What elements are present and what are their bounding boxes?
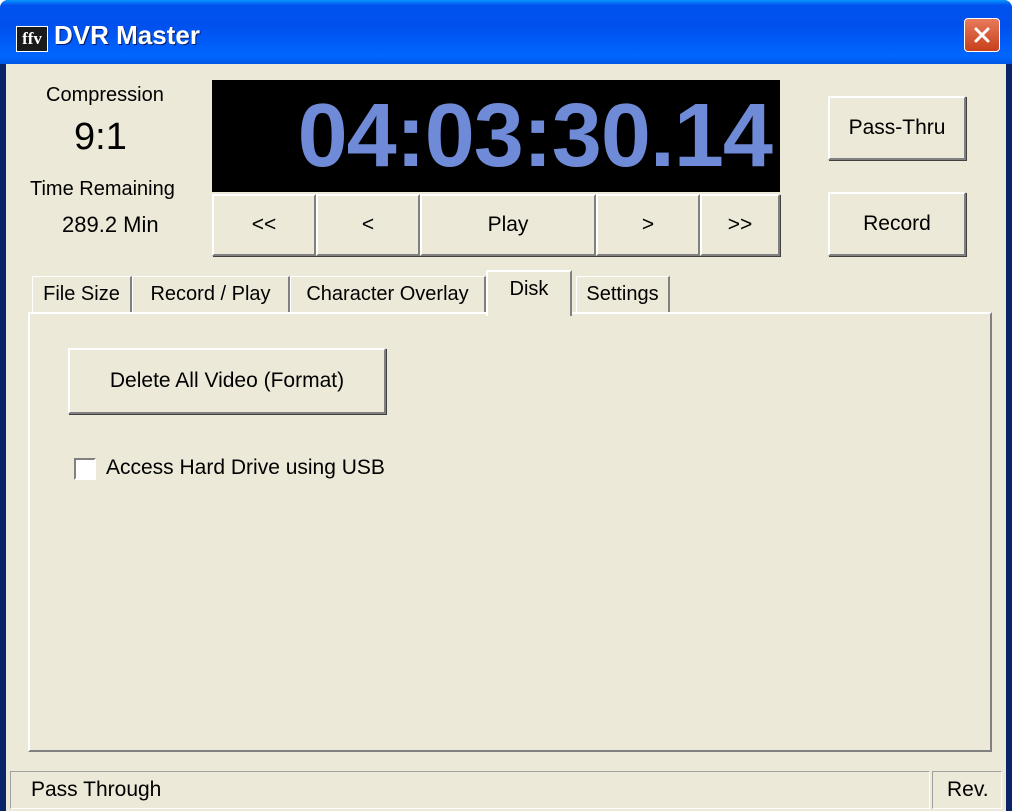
close-icon — [974, 27, 990, 43]
usb-access-label: Access Hard Drive using USB — [106, 456, 385, 479]
pass-thru-button[interactable]: Pass-Thru — [828, 96, 966, 160]
timecode-display: 04:03:30.14 — [212, 80, 780, 192]
close-button[interactable] — [964, 18, 1000, 52]
tab-character-overlay[interactable]: Character Overlay — [290, 276, 486, 312]
client-area: Compression 9:1 Time Remaining 289.2 Min… — [6, 64, 1006, 811]
fast-forward-button[interactable]: >> — [700, 194, 780, 256]
time-remaining-label: Time Remaining — [30, 178, 175, 200]
compression-value: 9:1 — [74, 116, 127, 158]
app-logo-icon: ffv — [16, 26, 48, 52]
tab-disk[interactable]: Disk — [486, 270, 572, 316]
usb-access-checkbox[interactable] — [74, 458, 96, 480]
tab-record-play[interactable]: Record / Play — [132, 276, 290, 312]
status-revision: Rev. — [932, 771, 1002, 809]
fast-rewind-button[interactable]: << — [212, 194, 316, 256]
tab-settings[interactable]: Settings — [576, 276, 670, 312]
status-bar: Pass Through Rev. — [6, 769, 1006, 811]
disk-tab-panel: Delete All Video (Format) Access Hard Dr… — [28, 312, 992, 752]
window-title: DVR Master — [54, 20, 200, 50]
dvr-master-window: ffv DVR Master Compression 9:1 Time Rema… — [0, 0, 1012, 811]
rewind-button[interactable]: < — [316, 194, 420, 256]
record-button[interactable]: Record — [828, 192, 966, 256]
compression-label: Compression — [46, 84, 164, 106]
play-button[interactable]: Play — [420, 194, 596, 256]
forward-button[interactable]: > — [596, 194, 700, 256]
format-disk-button[interactable]: Delete All Video (Format) — [68, 348, 386, 414]
status-text: Pass Through — [10, 771, 930, 809]
time-remaining-value: 289.2 Min — [62, 212, 159, 237]
title-bar[interactable]: ffv DVR Master — [0, 0, 1012, 64]
tab-file-size[interactable]: File Size — [32, 276, 132, 312]
